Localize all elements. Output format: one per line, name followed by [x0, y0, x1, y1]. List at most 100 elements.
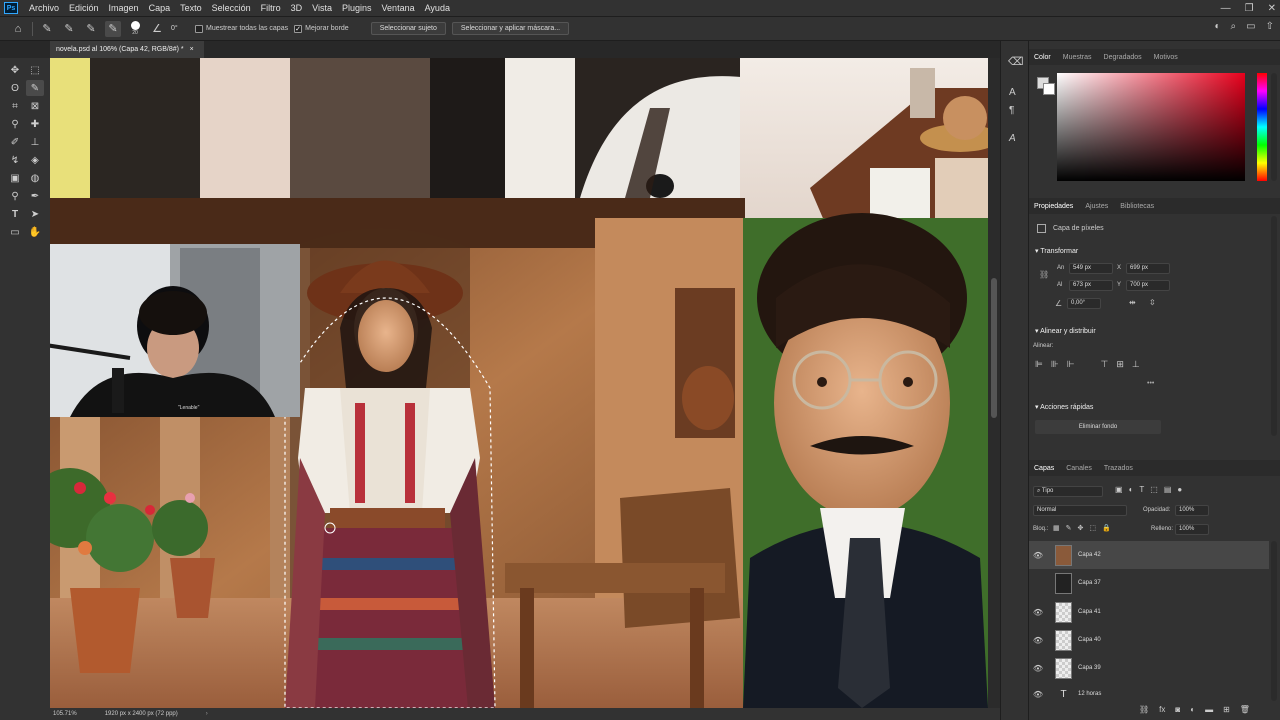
align-bottom-icon[interactable]: ⊥ [1132, 359, 1140, 370]
lock-position-icon[interactable]: ✥ [1078, 524, 1084, 532]
new-selection-icon[interactable]: ✎ [61, 21, 77, 37]
remove-background-button[interactable]: Eliminar fondo [1035, 420, 1161, 434]
x-input[interactable]: 699 px [1126, 263, 1170, 274]
menu-texto[interactable]: Texto [175, 3, 207, 13]
tab-degradados[interactable]: Degradados [1104, 54, 1142, 61]
properties-scrollbar[interactable] [1271, 216, 1277, 436]
sample-all-layers-checkbox[interactable]: Muestrear todas las capas [195, 24, 288, 33]
zoom-level[interactable]: 105.71% [53, 711, 77, 717]
frame-tool-icon[interactable]: ⊠ [26, 98, 44, 114]
layer-row-capa-41[interactable]: 👁 Capa 41 [1029, 598, 1269, 626]
menu-capa[interactable]: Capa [144, 3, 176, 13]
photoshop-logo[interactable]: Ps [4, 2, 18, 14]
marquee-tool-icon[interactable]: ⬚ [26, 62, 44, 78]
filter-smart-icon[interactable]: ▤ [1164, 485, 1172, 494]
align-top-icon[interactable]: ⊤ [1101, 359, 1109, 370]
layer-name[interactable]: Capa 39 [1078, 665, 1101, 671]
menu-plugins[interactable]: Plugins [337, 3, 377, 13]
layer-name[interactable]: Capa 42 [1078, 552, 1101, 558]
adjustment-layer-icon[interactable]: ◐ [1190, 705, 1195, 714]
menu-edicion[interactable]: Edición [64, 3, 104, 13]
visibility-eye-icon[interactable]: 👁 [1029, 608, 1047, 617]
layer-name[interactable]: Capa 41 [1078, 609, 1101, 615]
tab-propiedades[interactable]: Propiedades [1034, 203, 1073, 210]
visibility-eye-icon[interactable]: 👁 [1029, 636, 1047, 645]
align-left-icon[interactable]: ⊫ [1035, 359, 1043, 370]
layer-row-12-horas[interactable]: 👁 T 12 horas [1029, 684, 1269, 704]
glyphs-icon[interactable]: A [1009, 133, 1016, 144]
background-swatch[interactable] [1043, 83, 1055, 95]
blur-tool-icon[interactable]: ◍ [26, 170, 44, 186]
brush-tool-icon[interactable]: ✐ [6, 134, 24, 150]
brush-size-picker[interactable]: 20 [127, 21, 143, 36]
hand-tool-icon[interactable]: ✋ [26, 224, 44, 240]
layer-name[interactable]: Capa 40 [1078, 637, 1101, 643]
more-options-icon[interactable]: ••• [1147, 380, 1154, 387]
quick-selection-tool-icon[interactable]: ✎ [26, 80, 44, 96]
lock-pixels-icon[interactable]: ✎ [1066, 524, 1072, 532]
fill-input[interactable]: 100% [1175, 524, 1209, 535]
visibility-eye-icon[interactable]: 👁 [1029, 664, 1047, 673]
scroll-thumb[interactable] [991, 278, 997, 418]
tab-trazados[interactable]: Trazados [1104, 465, 1133, 472]
subtract-selection-icon[interactable]: ✎ [105, 20, 121, 37]
gradient-tool-icon[interactable]: ▣ [6, 170, 24, 186]
color-field[interactable] [1057, 73, 1245, 181]
move-tool-icon[interactable]: ✥ [6, 62, 24, 78]
share-icon[interactable]: ◐ [1215, 21, 1221, 32]
opacity-input[interactable]: 100% [1175, 505, 1209, 516]
stamp-tool-icon[interactable]: ⊥ [26, 134, 44, 150]
quick-select-preset-icon[interactable]: ✎ [39, 21, 55, 37]
path-selection-tool-icon[interactable]: ➤ [26, 206, 44, 222]
enhance-edge-checkbox[interactable]: ✓ Mejorar borde [294, 24, 349, 33]
visibility-eye-icon[interactable]: 👁 [1029, 690, 1047, 699]
tab-color[interactable]: Color [1034, 54, 1051, 61]
align-middle-v-icon[interactable]: ⊞ [1116, 359, 1124, 370]
layer-row-capa-39[interactable]: 👁 Capa 39 [1029, 654, 1269, 682]
fx-icon[interactable]: fx [1159, 705, 1165, 714]
width-input[interactable]: 549 px [1069, 263, 1113, 274]
pen-tool-icon[interactable]: ✒ [26, 188, 44, 204]
blend-mode-select[interactable]: Normal [1033, 505, 1127, 516]
filter-toggle-icon[interactable]: ● [1177, 485, 1182, 494]
angle-input[interactable]: 0,00° [1067, 298, 1101, 309]
eraser-tool-icon[interactable]: ◈ [26, 152, 44, 168]
history-brush-tool-icon[interactable]: ↯ [6, 152, 24, 168]
layer-row-capa-40[interactable]: 👁 Capa 40 [1029, 626, 1269, 654]
menu-imagen[interactable]: Imagen [104, 3, 144, 13]
select-subject-button[interactable]: Seleccionar sujeto [370, 22, 446, 35]
dodge-tool-icon[interactable]: ⚲ [6, 188, 24, 204]
eyedropper-tool-icon[interactable]: ⚲ [6, 116, 24, 132]
select-and-mask-button[interactable]: Seleccionar y aplicar máscara... [451, 22, 570, 35]
type-tool-icon[interactable]: T [6, 206, 24, 222]
filter-adjustment-icon[interactable]: ◐ [1129, 485, 1134, 494]
tab-bibliotecas[interactable]: Bibliotecas [1120, 203, 1154, 210]
rectangle-tool-icon[interactable]: ▭ [6, 224, 24, 240]
y-input[interactable]: 700 px [1126, 280, 1170, 291]
lock-transparency-icon[interactable]: ▦ [1053, 524, 1060, 532]
tab-capas[interactable]: Capas [1034, 465, 1054, 472]
tab-muestras[interactable]: Muestras [1063, 54, 1092, 61]
height-input[interactable]: 673 px [1069, 280, 1113, 291]
lasso-tool-icon[interactable]: ʘ [6, 80, 24, 96]
paragraph-icon[interactable]: ¶ [1009, 105, 1014, 116]
healing-tool-icon[interactable]: ✚ [26, 116, 44, 132]
menu-3d[interactable]: 3D [286, 3, 308, 13]
new-group-icon[interactable]: ▬ [1205, 705, 1213, 714]
tab-motivos[interactable]: Motivos [1154, 54, 1178, 61]
history-icon[interactable]: ⌫ [1008, 55, 1024, 68]
link-icon[interactable]: ⛓ [1039, 270, 1049, 279]
visibility-eye-icon[interactable]: 👁 [1029, 551, 1047, 560]
add-selection-icon[interactable]: ✎ [83, 21, 99, 37]
lock-artboard-icon[interactable]: ⬚ [1089, 524, 1096, 532]
close-tab-icon[interactable]: × [190, 46, 194, 53]
filter-type-icon[interactable]: T [1139, 485, 1144, 494]
status-arrow-icon[interactable]: › [206, 711, 208, 717]
menu-filtro[interactable]: Filtro [256, 3, 286, 13]
new-layer-icon[interactable]: ⊞ [1223, 705, 1230, 714]
restore-button[interactable]: ❐ [1245, 3, 1254, 14]
align-center-h-icon[interactable]: ⊪ [1051, 359, 1059, 370]
document-canvas[interactable]: "Lenable" [50, 58, 988, 708]
delete-layer-icon[interactable]: 🗑 [1240, 705, 1250, 714]
menu-vista[interactable]: Vista [307, 3, 337, 13]
